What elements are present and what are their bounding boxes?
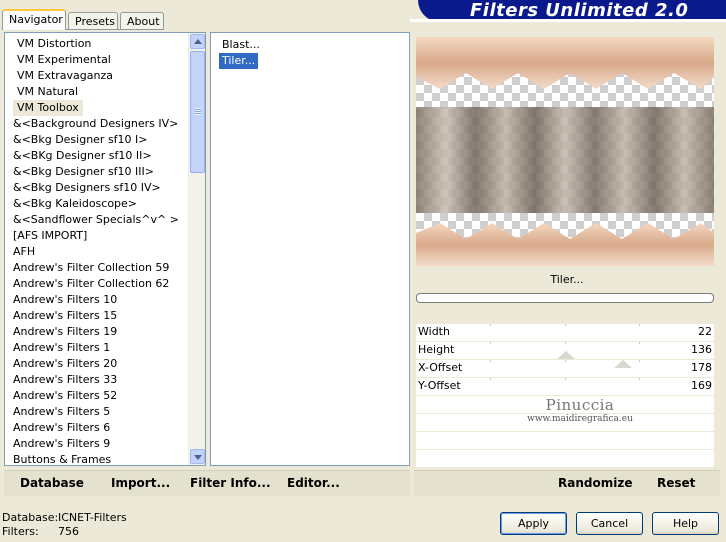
category-item[interactable]: Andrew's Filters 33 <box>9 372 121 388</box>
scroll-down-button[interactable] <box>190 449 205 464</box>
app-title: Filters Unlimited 2.0 <box>470 0 689 21</box>
param-label: Width <box>418 325 450 338</box>
tab-presets[interactable]: Presets <box>68 12 118 30</box>
param-row-empty <box>416 450 714 467</box>
category-item[interactable]: Andrew's Filters 10 <box>9 292 121 308</box>
category-item-selected[interactable]: VM Toolbox <box>13 100 83 116</box>
category-item[interactable]: AFH <box>9 244 39 260</box>
category-list[interactable]: VM Distortion VM Experimental VM Extrava… <box>4 32 206 466</box>
slider-thumb[interactable] <box>557 351 575 359</box>
param-row-width[interactable]: Width 22 <box>416 324 714 341</box>
category-item[interactable]: Buttons & Frames <box>9 452 115 468</box>
category-item[interactable]: &<Background Designers IV> <box>9 116 182 132</box>
param-value: 22 <box>698 325 712 338</box>
database-value: ICNET-Filters <box>58 511 127 524</box>
watermark-name: Pinuccia <box>545 396 615 414</box>
watermark: Pinuccia www.maidiregrafica.eu <box>500 396 660 424</box>
category-item[interactable]: Andrew's Filters 19 <box>9 324 121 340</box>
scroll-thumb[interactable] <box>190 51 205 173</box>
category-item[interactable]: [AFS IMPORT] <box>9 228 91 244</box>
filter-list[interactable]: Blast... Tiler... <box>210 32 410 466</box>
progress-bar <box>416 293 714 303</box>
category-item[interactable]: Andrew's Filter Collection 59 <box>9 260 173 276</box>
category-item[interactable]: &<Sandflower Specials^v^ > <box>9 212 183 228</box>
filters-count-value: 756 <box>58 525 79 538</box>
filter-item[interactable]: Blast... <box>219 37 263 53</box>
param-slider[interactable] <box>490 360 640 395</box>
filters-count-label: Filters: <box>2 525 39 538</box>
param-label: Y-Offset <box>418 379 461 392</box>
param-value: 178 <box>691 361 712 374</box>
preview-pattern <box>416 37 714 266</box>
filter-item-selected[interactable]: Tiler... <box>219 53 259 69</box>
param-slider[interactable] <box>490 342 640 359</box>
param-row-height[interactable]: Height 136 <box>416 342 714 359</box>
category-item[interactable]: Andrew's Filter Collection 62 <box>9 276 173 292</box>
slider-thumb[interactable] <box>614 360 632 368</box>
param-slider[interactable] <box>490 324 640 341</box>
watermark-url: www.maidiregrafica.eu <box>527 414 633 424</box>
category-item[interactable]: VM Experimental <box>13 52 115 68</box>
param-label: Height <box>418 343 455 356</box>
filter-info-button[interactable]: Filter Info... <box>190 476 271 490</box>
left-toolbar: Database Import... Filter Info... Editor… <box>4 470 410 496</box>
category-item[interactable]: VM Distortion <box>13 36 95 52</box>
help-button[interactable]: Help <box>652 512 719 535</box>
category-item[interactable]: &<BKg Designer sf10 II> <box>9 148 156 164</box>
preview-image <box>416 37 714 266</box>
category-scrollbar[interactable] <box>188 33 205 465</box>
category-item[interactable]: Andrew's Filters 5 <box>9 404 114 420</box>
cancel-button[interactable]: Cancel <box>576 512 643 535</box>
param-value: 136 <box>691 343 712 356</box>
category-item[interactable]: Andrew's Filters 9 <box>9 436 114 452</box>
category-item[interactable]: Andrew's Filters 52 <box>9 388 121 404</box>
category-item[interactable]: VM Natural <box>13 84 82 100</box>
category-item[interactable]: &<Bkg Kaleidoscope> <box>9 196 141 212</box>
param-row-empty <box>416 432 714 449</box>
right-toolbar: Randomize Reset <box>414 470 720 496</box>
reset-button[interactable]: Reset <box>657 476 695 490</box>
apply-button[interactable]: Apply <box>500 512 567 535</box>
tab-about[interactable]: About <box>120 12 164 30</box>
randomize-button[interactable]: Randomize <box>558 476 632 490</box>
scroll-up-button[interactable] <box>190 34 205 49</box>
param-row-y-offset[interactable]: Y-Offset 169 <box>416 360 714 395</box>
tab-navigator[interactable]: Navigator <box>2 9 66 30</box>
param-value: 169 <box>691 379 712 392</box>
current-filter-name: Tiler... <box>550 273 584 286</box>
category-item[interactable]: &<Bkg Designers sf10 IV> <box>9 180 165 196</box>
param-row-x-offset[interactable]: X-Offset 178 <box>416 360 714 377</box>
category-item[interactable]: &<Bkg Designer sf10 I> <box>9 132 152 148</box>
editor-button[interactable]: Editor... <box>287 476 340 490</box>
category-item[interactable]: &<Bkg Designer sf10 III> <box>9 164 158 180</box>
category-item[interactable]: Andrew's Filters 20 <box>9 356 121 372</box>
category-item[interactable]: Andrew's Filters 1 <box>9 340 114 356</box>
import-button[interactable]: Import... <box>111 476 170 490</box>
category-item[interactable]: Andrew's Filters 15 <box>9 308 121 324</box>
category-item[interactable]: Andrew's Filters 6 <box>9 420 114 436</box>
category-item[interactable]: VM Extravaganza <box>13 68 117 84</box>
database-label: Database: <box>2 511 59 524</box>
param-label: X-Offset <box>418 361 463 374</box>
database-button[interactable]: Database <box>20 476 84 490</box>
